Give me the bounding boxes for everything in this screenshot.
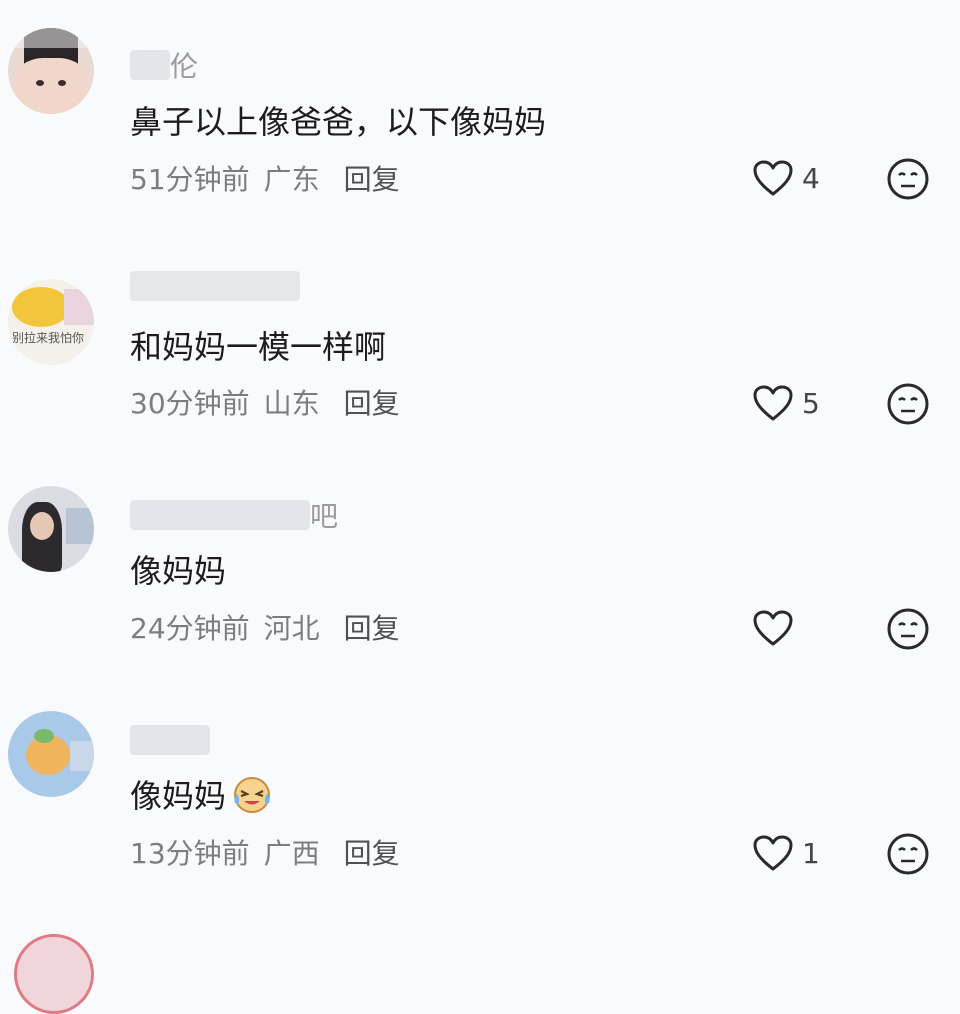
comment-meta: 24分钟前 河北 回复: [130, 607, 400, 647]
avatar[interactable]: [8, 711, 94, 797]
heart-outline-icon: [752, 609, 794, 647]
comment-item: 别拉来我怕你 和妈妈一模一样啊 30分钟前 山东 回复 5: [0, 225, 960, 450]
heart-outline-icon: [752, 159, 794, 197]
username[interactable]: 伦: [130, 48, 199, 83]
neutral-face-icon[interactable]: [886, 157, 930, 201]
like-button[interactable]: [752, 609, 822, 647]
comment-item: 像妈妈 13分钟前 广西 回复 1: [0, 675, 960, 900]
avatar[interactable]: [8, 486, 94, 572]
heart-outline-icon: [752, 384, 794, 422]
location: 河北: [263, 612, 320, 645]
comment-item: 伦 鼻子以上像爸爸，以下像妈妈 51分钟前 广东 回复 4: [0, 0, 960, 225]
comment-text-content: 像妈妈: [130, 777, 227, 815]
location: 广西: [263, 837, 320, 870]
reply-button[interactable]: 回复: [344, 382, 400, 422]
comment-meta: 51分钟前 广东 回复: [130, 158, 400, 198]
username[interactable]: [130, 723, 210, 757]
timestamp: 24分钟前: [130, 612, 250, 645]
comment-item: 吧 像妈妈 24分钟前 河北 回复: [0, 450, 960, 675]
like-button[interactable]: 1: [752, 834, 822, 872]
like-count: 5: [802, 386, 820, 420]
location: 山东: [263, 387, 320, 420]
comment-text-content: 和妈妈一模一样啊: [130, 328, 387, 366]
neutral-face-icon[interactable]: [886, 382, 930, 426]
comment-meta: 30分钟前 山东 回复: [130, 382, 400, 422]
avatar[interactable]: [8, 28, 94, 114]
comment-text-content: 像妈妈: [130, 552, 227, 590]
username-tail: 吧: [310, 500, 339, 533]
reply-button[interactable]: 回复: [344, 607, 400, 647]
avatar-caption: 别拉来我怕你: [12, 331, 85, 345]
like-count: 4: [802, 161, 820, 195]
comment-text: 鼻子以上像爸爸，以下像妈妈: [130, 98, 546, 142]
comment-meta: 13分钟前 广西 回复: [130, 832, 400, 872]
timestamp: 13分钟前: [130, 837, 250, 870]
avatar[interactable]: [14, 934, 94, 1014]
reply-button[interactable]: 回复: [344, 832, 400, 872]
timestamp: 51分钟前: [130, 163, 250, 196]
like-count: 1: [802, 836, 820, 870]
avatar[interactable]: 别拉来我怕你: [8, 279, 94, 365]
location: 广东: [263, 163, 320, 196]
comment-text: 像妈妈: [130, 547, 226, 591]
comment-text: 像妈妈: [130, 772, 274, 816]
timestamp: 30分钟前: [130, 387, 250, 420]
neutral-face-icon[interactable]: [886, 832, 930, 876]
username[interactable]: 吧: [130, 498, 339, 533]
crying-laughing-emoji-icon: [230, 774, 274, 814]
reply-button[interactable]: 回复: [344, 158, 400, 198]
neutral-face-icon[interactable]: [886, 607, 930, 651]
username-tail: 伦: [170, 50, 199, 83]
like-button[interactable]: 4: [752, 159, 822, 197]
username[interactable]: [130, 269, 300, 303]
comment-text: 和妈妈一模一样啊: [130, 323, 386, 367]
like-button[interactable]: 5: [752, 384, 822, 422]
comment-text-content: 鼻子以上像爸爸，以下像妈妈: [130, 103, 547, 141]
heart-outline-icon: [752, 834, 794, 872]
